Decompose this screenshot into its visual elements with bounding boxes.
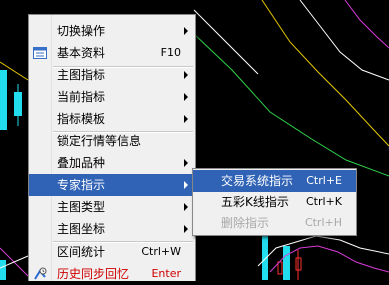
menu-item-label: 主图类型 (57, 200, 106, 214)
candle-up (0, 260, 6, 280)
menu-item-shortcut: Ctrl+E (306, 174, 342, 187)
menu-item-switch-operation[interactable]: 切换操作 (29, 20, 195, 42)
candle-up (0, 70, 7, 130)
menu-item-label: 历史同步回忆 (57, 267, 130, 281)
menu-item-basic-info[interactable]: 基本资料 F10 (29, 42, 195, 64)
submenu-arrow-icon (184, 115, 188, 123)
candle-down (277, 261, 283, 275)
menu-item-shortcut: Ctrl+W (141, 245, 181, 258)
moving-average-line (299, 0, 389, 81)
submenu-item-colored-kline-signal[interactable]: 五彩K线指示 Ctrl+K (193, 191, 356, 213)
info-sheet-icon (33, 47, 47, 59)
menu-item-label: 主图坐标 (57, 222, 106, 236)
moving-average-line (193, 33, 389, 177)
submenu-arrow-icon (184, 159, 188, 167)
menu-item-main-chart-indicator[interactable]: 主图指标 (29, 64, 195, 86)
menu-item-range-statistics[interactable]: 区间统计 Ctrl+W (29, 241, 195, 263)
menu-item-shortcut: Ctrl+H (304, 216, 342, 229)
submenu-item-trading-system-signal[interactable]: 交易系统指示 Ctrl+E (193, 170, 356, 192)
menu-item-label: 基本资料 (57, 46, 106, 60)
submenu-arrow-icon (184, 71, 188, 79)
menu-item-main-chart-type[interactable]: 主图类型 (29, 196, 195, 218)
menu-item-main-chart-axis[interactable]: 主图坐标 (29, 218, 195, 240)
submenu-arrow-icon (184, 225, 188, 233)
menu-item-label: 锁定行情等信息 (57, 134, 142, 148)
menu-item-shortcut: F10 (160, 46, 181, 59)
menu-item-expert-signals[interactable]: 专家指示 (29, 174, 195, 196)
menu-item-history-sync-replay[interactable]: 历史同步回忆 Enter (29, 263, 195, 285)
submenu-arrow-icon (184, 93, 188, 101)
menu-item-label: 主图指标 (57, 68, 106, 82)
menu-item-label: 专家指示 (57, 178, 106, 192)
menu-item-shortcut: Enter (151, 267, 181, 280)
expert-signals-submenu: 交易系统指示 Ctrl+E 五彩K线指示 Ctrl+K 删除指示 Ctrl+H (192, 168, 357, 236)
menu-item-label: 当前指标 (57, 90, 106, 104)
moving-average-line (344, 0, 389, 49)
menu-item-label: 切换操作 (57, 24, 106, 38)
menu-item-indicator-template[interactable]: 指标模板 (29, 108, 195, 130)
submenu-arrow-icon (184, 27, 188, 35)
menu-item-label: 交易系统指示 (221, 174, 294, 188)
context-menu: 切换操作 基本资料 F10 主图指标 当前指标 指标模板 锁定行情等信息 叠加品… (28, 14, 196, 281)
menu-item-overlay-symbol[interactable]: 叠加品种 (29, 152, 195, 174)
menu-item-label: 叠加品种 (57, 156, 106, 170)
menu-item-lock-quote-info[interactable]: 锁定行情等信息 (29, 130, 195, 152)
submenu-arrow-icon (184, 181, 188, 189)
menu-item-label: 指标模板 (57, 112, 106, 126)
menu-item-label: 删除指示 (221, 216, 270, 230)
menu-item-shortcut: Ctrl+K (305, 195, 342, 208)
candle-up (283, 246, 290, 280)
menu-item-label: 区间统计 (57, 245, 106, 259)
history-replay-icon (34, 267, 47, 280)
menu-item-current-indicator[interactable]: 当前指标 (29, 86, 195, 108)
menu-item-label: 五彩K线指示 (221, 195, 289, 209)
submenu-arrow-icon (184, 203, 188, 211)
submenu-item-delete-signal: 删除指示 Ctrl+H (193, 212, 356, 234)
